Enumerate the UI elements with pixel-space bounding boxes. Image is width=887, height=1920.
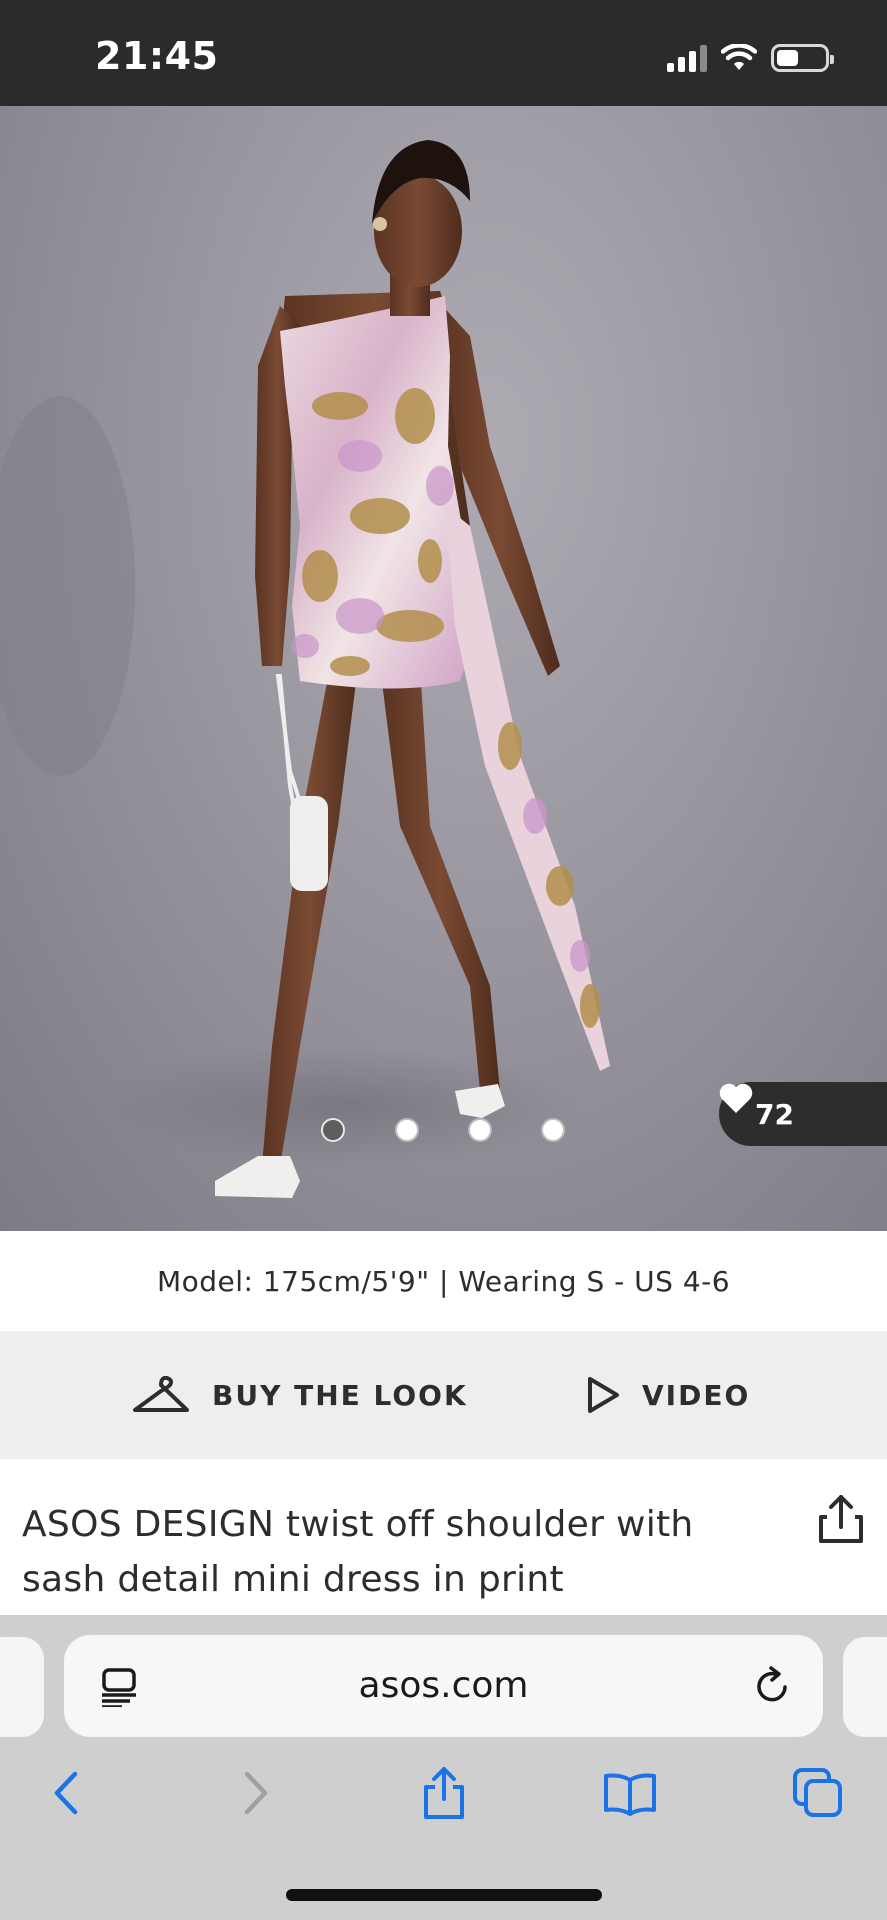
save-for-later-button[interactable]: 72	[719, 1082, 887, 1146]
buy-the-look-label: BUY THE LOOK	[212, 1378, 468, 1412]
back-button[interactable]	[36, 1763, 96, 1823]
bookmarks-icon	[604, 1773, 656, 1816]
bookmarks-button[interactable]	[600, 1763, 660, 1823]
video-label: VIDEO	[642, 1378, 751, 1412]
likes-count: 72	[755, 1097, 794, 1131]
status-time: 21:45	[95, 34, 219, 78]
model-photo	[0, 140, 610, 1198]
share-product-icon[interactable]	[813, 1491, 869, 1547]
product-title-section: ASOS DESIGN twist off shoulder with sash…	[0, 1459, 887, 1615]
product-actions-bar: BUY THE LOOK VIDEO	[0, 1331, 887, 1459]
status-icons	[667, 40, 834, 76]
previous-tab-peek[interactable]	[0, 1637, 44, 1737]
browser-toolbar: asos.com	[0, 1615, 887, 1920]
forward-icon	[244, 1771, 268, 1815]
gallery-dot[interactable]	[395, 1118, 419, 1142]
product-title: ASOS DESIGN twist off shoulder with sash…	[22, 1504, 694, 1600]
status-bar: 21:45	[0, 0, 887, 106]
back-icon	[54, 1771, 78, 1815]
tabs-icon	[793, 1768, 842, 1817]
battery-icon	[771, 44, 834, 72]
buy-the-look-button[interactable]: BUY THE LOOK	[132, 1331, 468, 1459]
video-button[interactable]: VIDEO	[586, 1331, 750, 1459]
model-info: Model: 175cm/5'9" | Wearing S - US 4-6	[0, 1231, 887, 1331]
share-icon	[424, 1767, 464, 1819]
play-icon	[588, 1377, 619, 1413]
share-button[interactable]	[414, 1763, 474, 1823]
gallery-dot[interactable]	[541, 1118, 565, 1142]
cellular-signal-icon	[667, 44, 707, 72]
next-tab-peek[interactable]	[843, 1637, 887, 1737]
home-indicator[interactable]	[286, 1889, 602, 1901]
wifi-icon	[721, 44, 757, 70]
gallery-dot[interactable]	[468, 1118, 492, 1142]
reload-icon[interactable]	[753, 1665, 793, 1707]
gallery-dot[interactable]	[321, 1118, 345, 1142]
forward-button[interactable]	[226, 1763, 286, 1823]
heart-icon	[719, 1083, 753, 1113]
address-bar[interactable]: asos.com	[64, 1635, 823, 1737]
url-text: asos.com	[358, 1665, 529, 1706]
hanger-icon	[133, 1375, 189, 1412]
product-image[interactable]: 72	[0, 106, 887, 1231]
tabs-button[interactable]	[788, 1763, 848, 1823]
